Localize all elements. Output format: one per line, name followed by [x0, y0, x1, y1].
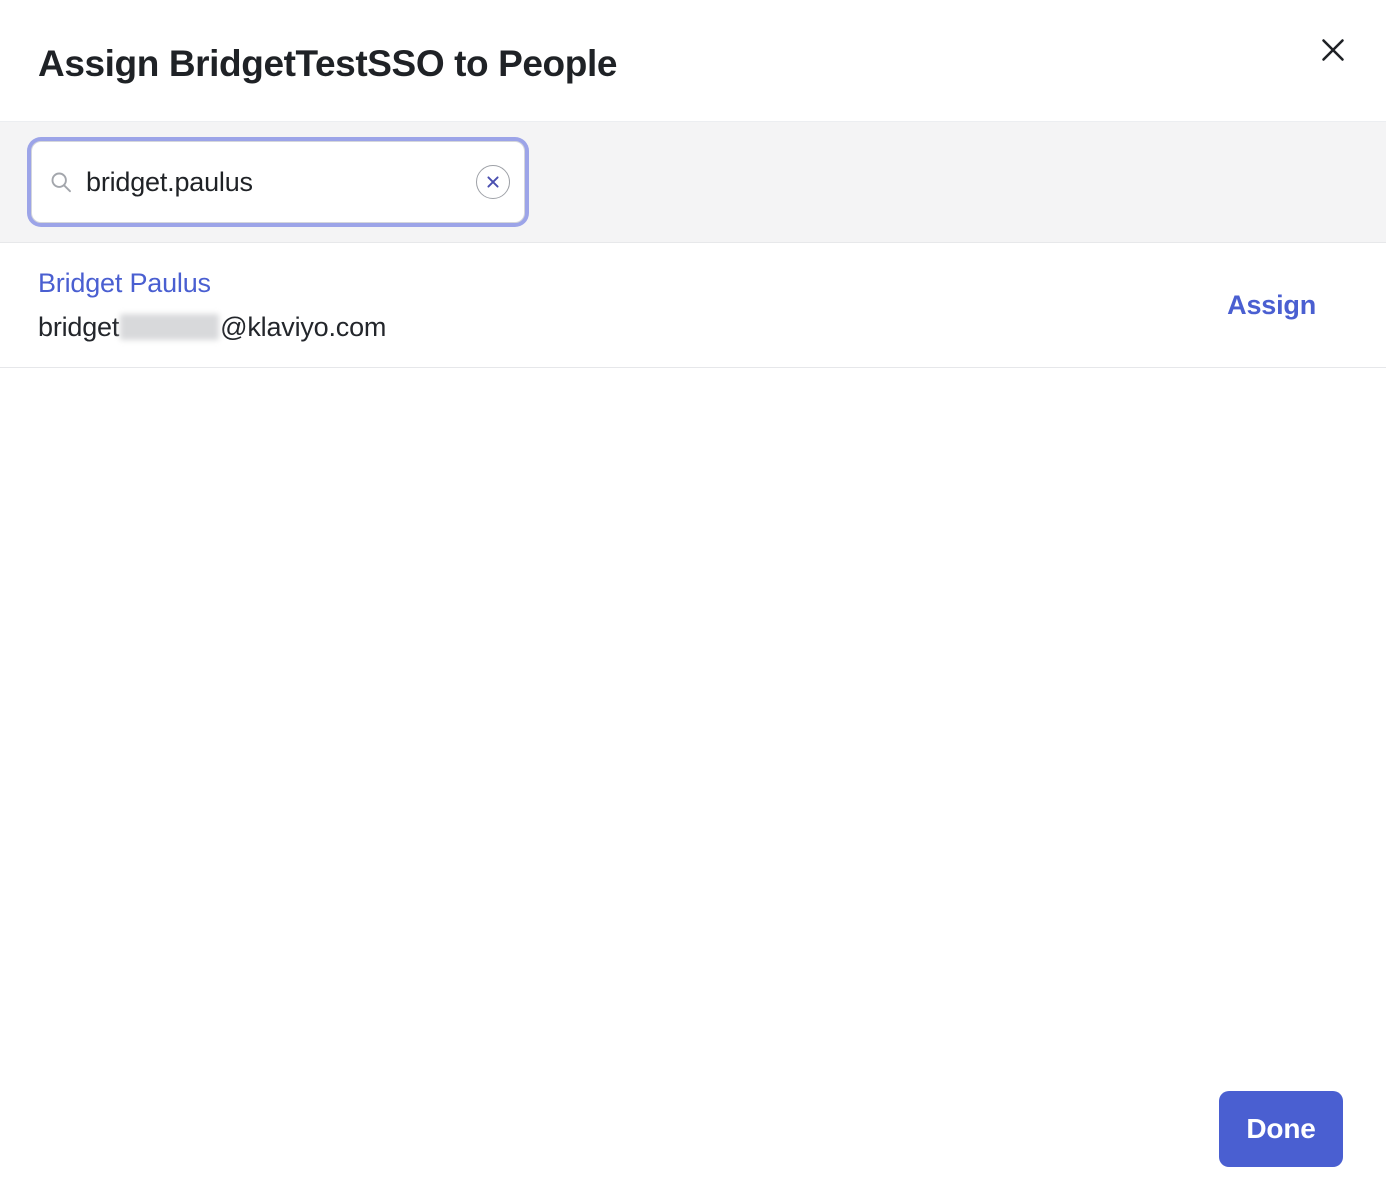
results-list: Bridget Paulus bridget @klaviyo.com Assi… [0, 243, 1386, 1054]
search-input[interactable] [86, 166, 468, 198]
modal-header: Assign BridgetTestSSO to People [0, 0, 1386, 122]
person-email: bridget @klaviyo.com [38, 310, 1227, 344]
person-info: Bridget Paulus bridget @klaviyo.com [38, 266, 1227, 344]
email-redaction-block [120, 314, 219, 340]
search-field[interactable] [31, 141, 525, 223]
assign-button[interactable]: Assign [1227, 288, 1348, 322]
modal-footer: Done [0, 1054, 1386, 1204]
assign-people-modal: Assign BridgetTestSSO to People [0, 0, 1386, 1204]
email-prefix: bridget [38, 310, 119, 344]
search-icon [48, 169, 74, 195]
close-icon [1319, 36, 1347, 64]
person-name-link[interactable]: Bridget Paulus [38, 266, 211, 300]
clear-search-button[interactable] [476, 165, 510, 199]
page-title: Assign BridgetTestSSO to People [38, 41, 617, 87]
clear-circle-icon [484, 173, 502, 191]
search-band [0, 122, 1386, 243]
done-button[interactable]: Done [1219, 1091, 1343, 1167]
close-button[interactable] [1314, 31, 1352, 69]
email-suffix: @klaviyo.com [220, 310, 386, 344]
table-row: Bridget Paulus bridget @klaviyo.com Assi… [0, 243, 1386, 368]
